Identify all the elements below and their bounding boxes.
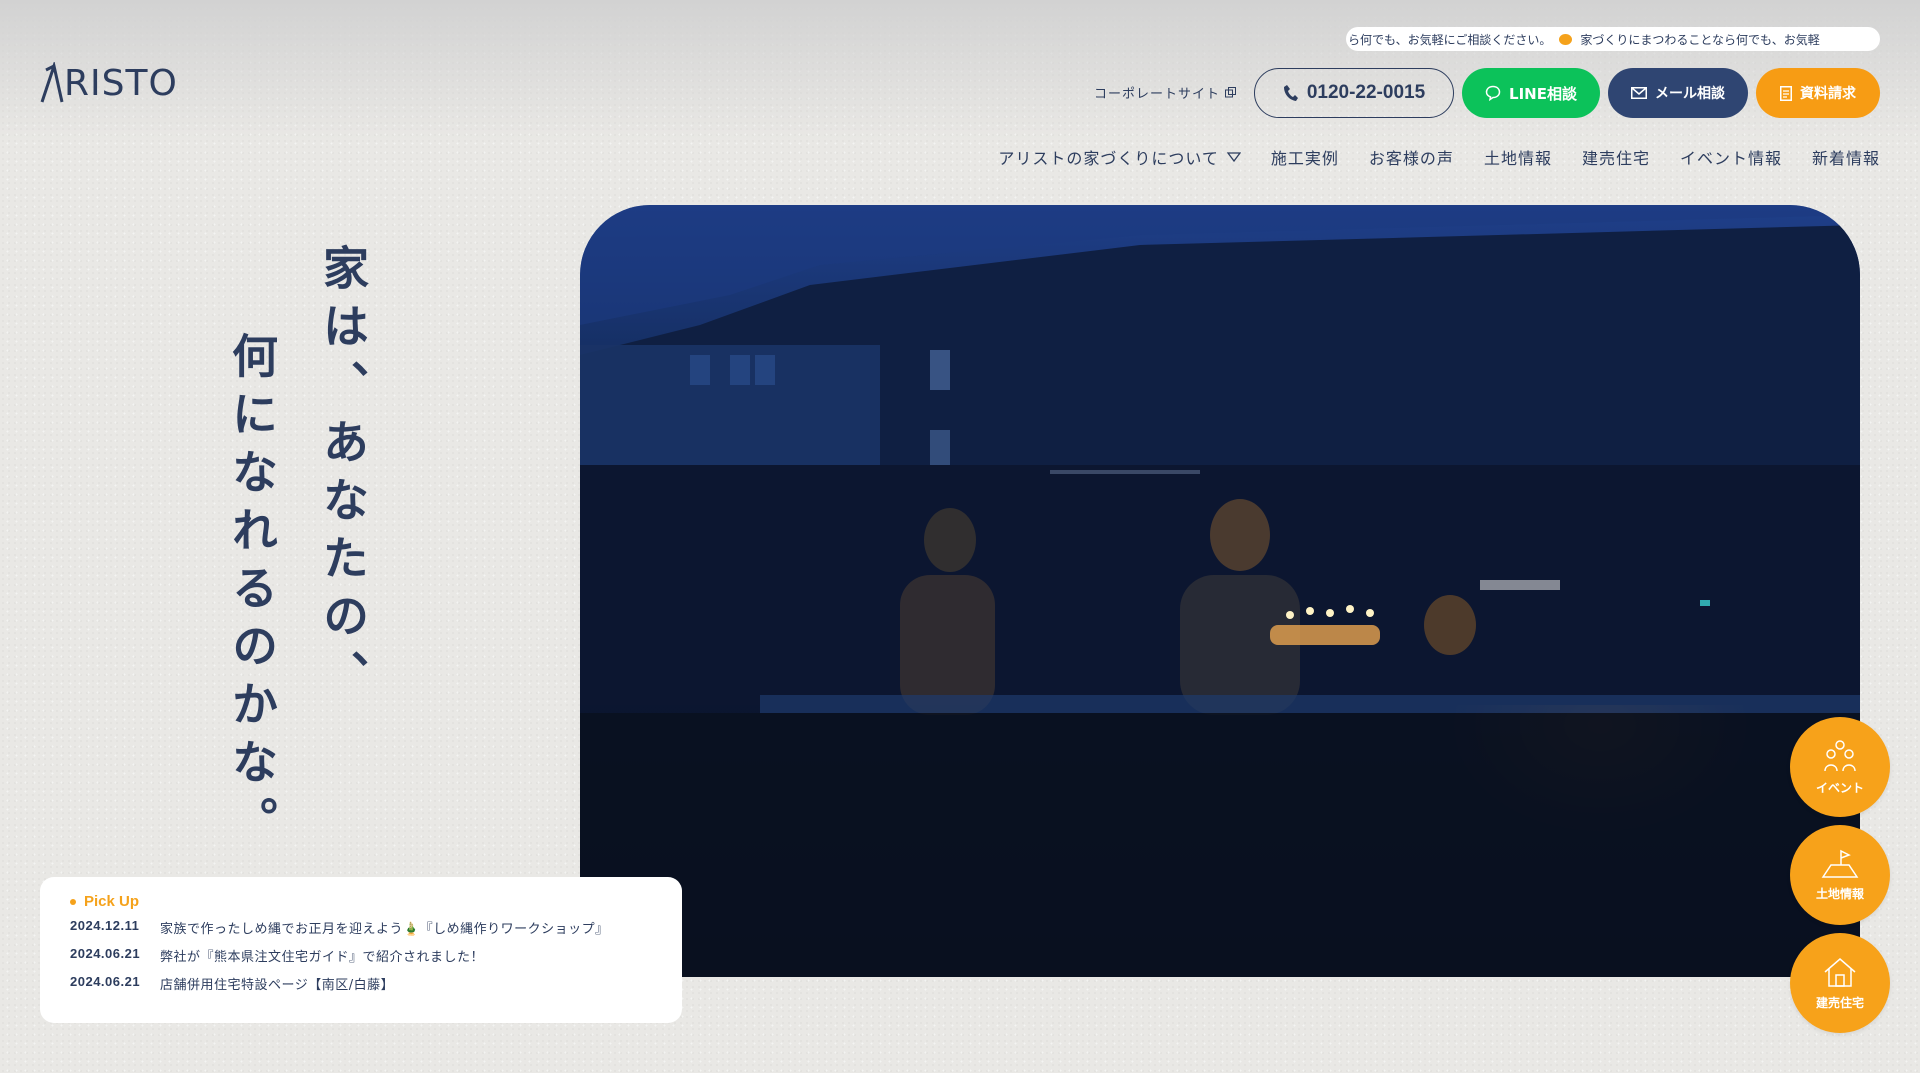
hero-image [580,205,1860,977]
logo-a-mark-icon [40,62,64,103]
land-float-label: 土地情報 [1815,886,1864,901]
ticker-text-a: ら何でも、お気軽にご相談ください。 [1348,32,1552,47]
house-float-button[interactable]: 建売住宅 [1790,933,1890,1033]
line-consult-button[interactable]: LINE相談 [1462,68,1600,118]
event-float-label: イベント [1815,780,1864,795]
document-request-label: 資料請求 [1800,86,1856,102]
pickup-title: Pick Up [84,893,140,910]
triangle-down-icon [1226,152,1241,162]
nav-item-land[interactable]: 土地情報 [1484,145,1552,169]
nav-item-houses-label: 建売住宅 [1581,149,1650,168]
nav-item-voices-label: お客様の声 [1368,149,1454,168]
nav-item-events-label: イベント情報 [1679,149,1782,168]
land-float-button[interactable]: 土地情報 [1790,825,1890,925]
news-item[interactable]: 2024.06.21 弊社が『熊本県注文住宅ガイド』で紹介されました！ [70,946,652,965]
phone-number: 0120-22-0015 [1306,82,1426,103]
house-icon [1824,957,1856,987]
nav-item-works[interactable]: 施工実例 [1271,145,1339,169]
news-item[interactable]: 2024.12.11 家族で作ったしめ縄でお正月を迎えよう🎍『しめ縄作りワークシ… [70,918,652,937]
news-title: 店舗併用住宅特設ページ【南区/白藤】 [160,978,395,993]
news-title: 家族で作ったしめ縄でお正月を迎えよう🎍『しめ縄作りワークショップ』 [160,922,609,937]
nav-item-news[interactable]: 新着情報 [1812,145,1880,169]
phone-button[interactable]: 0120-22-0015 [1254,68,1454,118]
mail-consult-label: メール相談 [1655,86,1725,102]
phone-icon [1283,85,1298,101]
nav-item-land-label: 土地情報 [1483,149,1552,168]
nav-item-houses[interactable]: 建売住宅 [1582,145,1650,169]
logo[interactable]: RISTO [40,62,178,104]
event-people-icon [1824,739,1856,771]
corporate-site-link[interactable]: コーポレートサイト [1094,83,1237,102]
hero-photo-illustration [580,205,1860,977]
global-nav: アリストの家づくりについて 施工実例 お客様の声 土地情報 建売住宅 イベント情… [998,145,1880,169]
event-float-button[interactable]: イベント [1790,717,1890,817]
ticker-dot-icon [1559,33,1573,45]
ticker-text-b: 家づくりにまつわることなら何でも、お気軽 [1580,32,1820,47]
news-date: 2024.06.21 [70,946,141,961]
announcement-ticker: ら何でも、お気軽にご相談ください。 家づくりにまつわることなら何でも、お気軽 [1346,27,1880,51]
pickup-heading: Pick Up [70,893,652,910]
nav-item-works-label: 施工実例 [1270,149,1339,168]
land-flag-icon [1821,849,1859,878]
nav-item-about[interactable]: アリストの家づくりについて [998,145,1241,169]
news-date: 2024.06.21 [70,974,141,989]
mail-consult-button[interactable]: メール相談 [1608,68,1748,118]
news-date: 2024.12.11 [70,918,140,933]
mail-icon [1631,87,1647,99]
nav-item-voices[interactable]: お客様の声 [1369,145,1454,169]
nav-item-news-label: 新着情報 [1811,149,1880,168]
tagline-line-1: 家は、あなたの、 [316,244,370,708]
corporate-site-label: コーポレートサイト [1094,87,1221,102]
tagline-line-2: 何になれるのかな。 [225,332,279,854]
line-chat-icon [1485,85,1501,101]
document-request-button[interactable]: 資料請求 [1756,68,1880,118]
logo-text: RISTO [64,62,178,104]
document-icon [1780,85,1792,101]
pickup-panel: Pick Up 2024.12.11 家族で作ったしめ縄でお正月を迎えよう🎍『し… [40,877,682,1023]
nav-item-about-label: アリストの家づくりについて [998,149,1219,168]
line-consult-label: LINE相談 [1509,84,1577,103]
nav-item-events[interactable]: イベント情報 [1680,145,1782,169]
house-float-label: 建売住宅 [1815,995,1864,1010]
news-item[interactable]: 2024.06.21 店舗併用住宅特設ページ【南区/白藤】 [70,974,652,993]
news-title: 弊社が『熊本県注文住宅ガイド』で紹介されました！ [160,950,485,965]
pickup-dot-icon [70,898,76,905]
external-link-icon [1225,87,1237,98]
